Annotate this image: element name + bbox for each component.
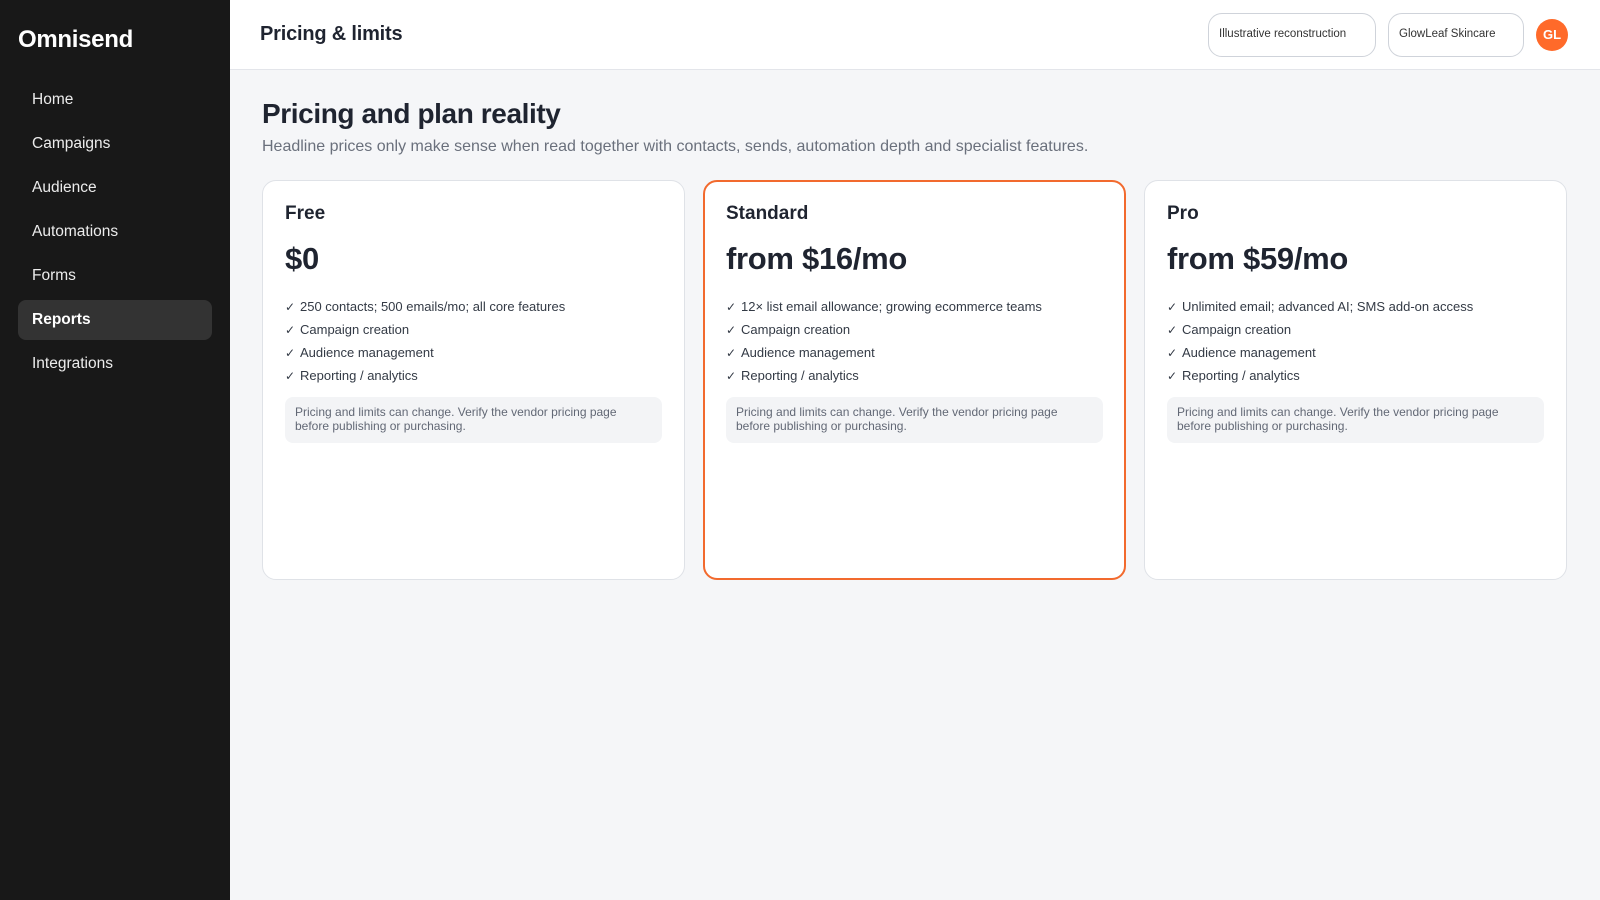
plan-name: Standard <box>726 203 809 224</box>
check-icon: ✓ <box>726 345 737 360</box>
feature-item: ✓ Reporting / analytics <box>1167 368 1544 383</box>
main-area: Pricing & limits Illustrative reconstruc… <box>230 0 1600 900</box>
plan-price: from $59/mo <box>1167 241 1349 276</box>
feature-list: ✓ 250 contacts; 500 emails/mo; all core f… <box>285 299 662 383</box>
check-icon: ✓ <box>285 299 296 314</box>
sidebar-item-home[interactable]: Home <box>18 80 212 120</box>
page-header-title: Pricing & limits <box>260 23 403 45</box>
feature-text: Reporting / analytics <box>741 368 859 383</box>
avatar[interactable]: GL <box>1536 18 1568 51</box>
feature-item: ✓ 250 contacts; 500 emails/mo; all core f… <box>285 299 662 314</box>
topbar: Pricing & limits Illustrative reconstruc… <box>230 0 1600 70</box>
feature-list: ✓ 12× list email allowance; growing ecomm… <box>726 299 1103 383</box>
sidebar-nav: Home Campaigns Audience Automations Form… <box>18 80 212 384</box>
sidebar: Omnisend Home Campaigns Audience Automat… <box>0 0 230 900</box>
check-icon: ✓ <box>285 345 296 360</box>
feature-item: ✓ Reporting / analytics <box>726 368 1103 383</box>
feature-item: ✓ Audience management <box>726 345 1103 360</box>
feature-item: ✓ Unlimited email; advanced AI; SMS add-o… <box>1167 299 1544 314</box>
plan-price: $0 <box>285 241 319 276</box>
workspace-selector[interactable]: GlowLeaf Skincare <box>1388 12 1524 57</box>
sidebar-item-campaigns[interactable]: Campaigns <box>18 124 212 164</box>
topbar-actions: Illustrative reconstruction GlowLeaf Ski… <box>1208 12 1568 57</box>
check-icon: ✓ <box>285 322 296 337</box>
sidebar-item-audience[interactable]: Audience <box>18 168 212 208</box>
main-content: Pricing and plan reality Headline prices… <box>230 70 1600 580</box>
plan-card-pro: Pro from $59/mo ✓ Unlimited email; advanc… <box>1144 180 1567 580</box>
brand-logo: Omnisend <box>18 26 133 53</box>
feature-list: ✓ Unlimited email; advanced AI; SMS add-o… <box>1167 299 1544 383</box>
feature-text: 250 contacts; 500 emails/mo; all core fe… <box>300 299 566 314</box>
feature-text: Unlimited email; advanced AI; SMS add-on… <box>1182 299 1474 314</box>
feature-text: Campaign creation <box>1182 322 1292 337</box>
pricing-disclaimer: Pricing and limits can change. Verify th… <box>726 397 1103 443</box>
feature-text: 12× list email allowance; growing ecomme… <box>741 299 1042 314</box>
check-icon: ✓ <box>726 299 737 314</box>
feature-text: Audience management <box>741 345 875 360</box>
feature-item: ✓ 12× list email allowance; growing ecomm… <box>726 299 1103 314</box>
page-subtitle: Headline prices only make sense when rea… <box>262 138 1089 155</box>
reconstruction-badge[interactable]: Illustrative reconstruction <box>1208 12 1376 57</box>
plan-price: from $16/mo <box>726 241 908 276</box>
check-icon: ✓ <box>726 322 737 337</box>
sidebar-item-automations[interactable]: Automations <box>18 212 212 252</box>
page-title: Pricing and plan reality <box>262 98 561 129</box>
plan-cards: Free $0 ✓ 250 contacts; 500 emails/mo; al… <box>262 180 1568 580</box>
check-icon: ✓ <box>1167 299 1178 314</box>
feature-item: ✓ Audience management <box>1167 345 1544 360</box>
feature-text: Reporting / analytics <box>1182 368 1300 383</box>
feature-text: Campaign creation <box>741 322 851 337</box>
feature-text: Audience management <box>1182 345 1316 360</box>
check-icon: ✓ <box>1167 368 1178 383</box>
sidebar-item-integrations[interactable]: Integrations <box>18 344 212 384</box>
pricing-disclaimer: Pricing and limits can change. Verify th… <box>285 397 662 443</box>
check-icon: ✓ <box>1167 345 1178 360</box>
sidebar-item-forms[interactable]: Forms <box>18 256 212 296</box>
plan-name: Pro <box>1167 203 1199 224</box>
pricing-disclaimer: Pricing and limits can change. Verify th… <box>1167 397 1544 443</box>
check-icon: ✓ <box>726 368 737 383</box>
app-window: Omnisend Home Campaigns Audience Automat… <box>0 0 1600 900</box>
plan-card-standard: Standard from $16/mo ✓ 12× list email all… <box>703 180 1126 580</box>
feature-text: Campaign creation <box>300 322 410 337</box>
sidebar-item-reports[interactable]: Reports <box>18 300 212 340</box>
check-icon: ✓ <box>285 368 296 383</box>
feature-item: ✓ Campaign creation <box>726 322 1103 337</box>
feature-item: ✓ Campaign creation <box>285 322 662 337</box>
feature-item: ✓ Audience management <box>285 345 662 360</box>
feature-item: ✓ Reporting / analytics <box>285 368 662 383</box>
feature-item: ✓ Campaign creation <box>1167 322 1544 337</box>
plan-name: Free <box>285 203 326 224</box>
check-icon: ✓ <box>1167 322 1178 337</box>
plan-card-free: Free $0 ✓ 250 contacts; 500 emails/mo; al… <box>262 180 685 580</box>
feature-text: Reporting / analytics <box>300 368 418 383</box>
feature-text: Audience management <box>300 345 434 360</box>
